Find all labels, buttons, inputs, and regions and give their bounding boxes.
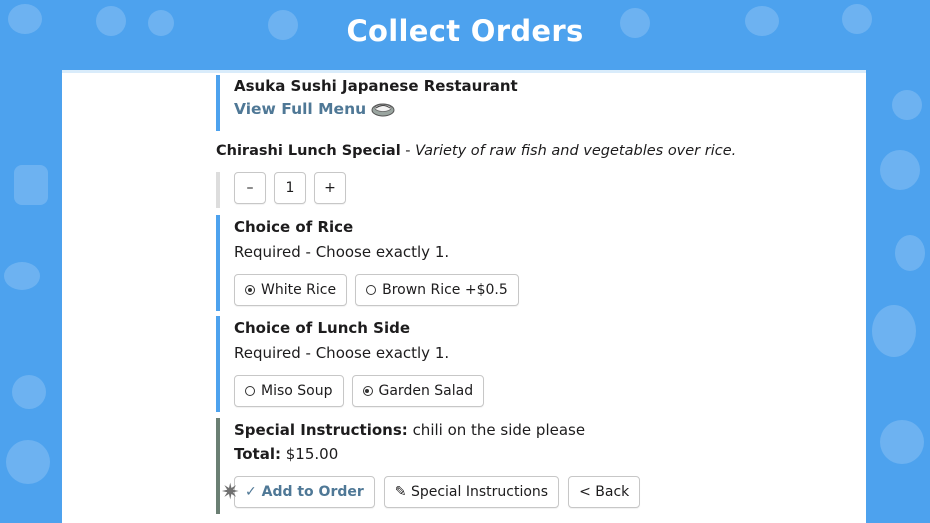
rice-choice-requirement: Required - Choose exactly 1. — [234, 243, 450, 261]
total-line: Total: $15.00 — [234, 442, 640, 466]
quantity-block: – 1 + — [216, 172, 346, 208]
leaf-icon — [12, 375, 46, 409]
view-full-menu-link[interactable]: View Full Menu — [234, 97, 395, 121]
option-label: Brown Rice +$0.5 — [382, 282, 508, 298]
option-brown-rice[interactable]: Brown Rice +$0.5 — [355, 274, 519, 306]
side-choice-requirement: Required - Choose exactly 1. — [234, 344, 450, 362]
special-instructions-line: Special Instructions: chili on the side … — [234, 418, 640, 442]
burger-icon — [895, 235, 925, 271]
radio-selected-icon — [362, 386, 373, 396]
total-value: $15.00 — [280, 445, 339, 463]
add-to-order-button[interactable]: ✷ ✓ Add to Order — [221, 476, 375, 508]
add-to-order-label: ✓ Add to Order — [245, 484, 364, 500]
rice-choice-block: Choice of Rice Required - Choose exactly… — [216, 215, 519, 311]
total-label: Total: — [234, 445, 281, 463]
cupcake-icon — [14, 165, 48, 205]
special-instructions-button[interactable]: ✎ Special Instructions — [383, 476, 560, 508]
bowl-icon — [880, 150, 920, 190]
option-white-rice[interactable]: White Rice — [234, 274, 348, 306]
rice-choice-title: Choice of Rice — [234, 218, 354, 236]
side-choice-title: Choice of Lunch Side — [234, 319, 411, 337]
back-button[interactable]: < Back — [568, 476, 641, 508]
order-actions: ✷ ✓ Add to Order ✎ Special Instructions … — [221, 476, 641, 508]
item-description-line: Chirashi Lunch Special - Variety of raw … — [216, 140, 736, 162]
click-burst-icon: ✷ — [221, 480, 240, 505]
radio-unselected-icon — [245, 386, 255, 396]
side-choice-block: Choice of Lunch Side Required - Choose e… — [216, 316, 485, 412]
restaurant-block: Asuka Sushi Japanese Restaurant View Ful… — [216, 75, 518, 131]
special-instructions-value: chili on the side please — [407, 421, 586, 439]
item-description: Variety of raw fish and vegetables over … — [415, 143, 737, 159]
sushi-icon — [371, 103, 395, 117]
item-separator: - — [400, 143, 416, 159]
order-panel: Asuka Sushi Japanese Restaurant View Ful… — [62, 70, 866, 523]
option-label: White Rice — [261, 282, 337, 298]
option-miso-soup[interactable]: Miso Soup — [234, 375, 344, 407]
donut-icon — [6, 440, 50, 484]
option-garden-salad[interactable]: Garden Salad — [351, 375, 485, 407]
order-summary-block: Special Instructions: chili on the side … — [216, 418, 641, 514]
radio-selected-icon — [245, 285, 255, 295]
pineapple-icon — [872, 305, 916, 357]
item-name: Chirashi Lunch Special — [216, 143, 401, 159]
page-title: Collect Orders — [346, 14, 584, 48]
option-label: Garden Salad — [378, 383, 474, 399]
cheese-icon — [4, 262, 40, 290]
restaurant-name: Asuka Sushi Japanese Restaurant — [234, 77, 518, 95]
donut-icon — [880, 420, 924, 464]
special-instructions-label: Special Instructions: — [234, 421, 408, 439]
side-options: Miso Soup Garden Salad — [234, 375, 485, 407]
quantity-value: 1 — [274, 172, 306, 204]
quantity-stepper: – 1 + — [234, 172, 346, 204]
rice-options: White Rice Brown Rice +$0.5 — [234, 274, 519, 306]
decrease-quantity-button[interactable]: – — [234, 172, 266, 204]
increase-quantity-button[interactable]: + — [314, 172, 346, 204]
drink-icon — [892, 90, 922, 120]
option-label: Miso Soup — [261, 383, 333, 399]
view-full-menu-label: View Full Menu — [234, 100, 367, 118]
radio-unselected-icon — [366, 285, 377, 295]
